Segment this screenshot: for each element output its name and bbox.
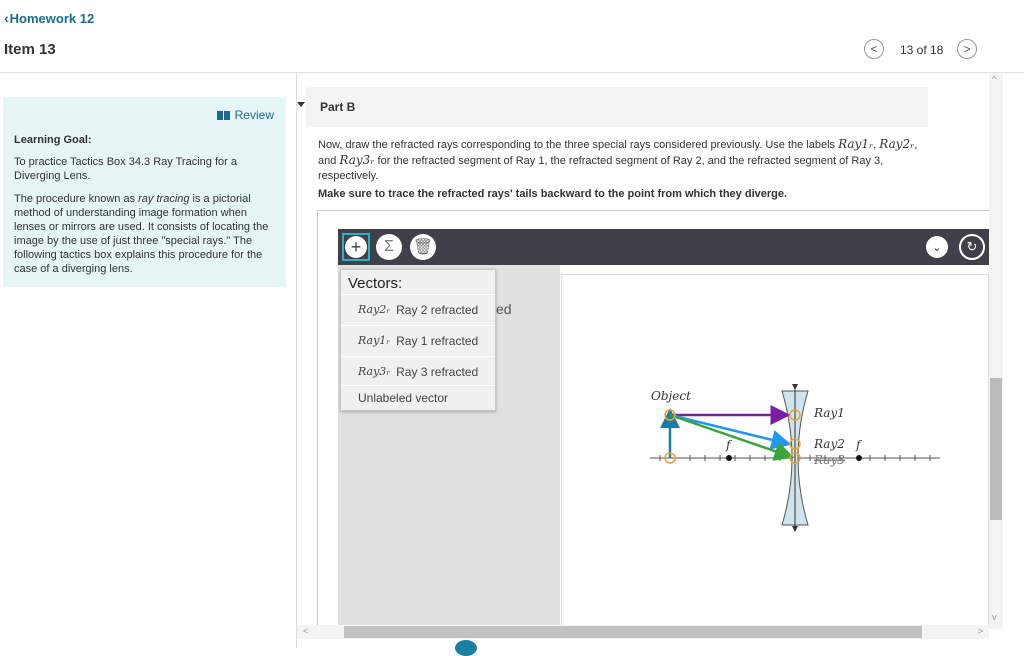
menu-item-ray3-refracted[interactable]: Ray3ᵣ Ray 3 refracted [341, 356, 495, 386]
previous-item-button[interactable]: < [864, 39, 884, 59]
ray3-incident[interactable] [669, 413, 795, 461]
focal-point-left [726, 455, 732, 461]
paragraph-suffix: is a pictorial method of understanding i… [14, 193, 269, 275]
part-header-bar[interactable] [306, 87, 928, 127]
review-label: Review [234, 108, 274, 122]
menu-item-math: Ray3ᵣ [358, 365, 391, 378]
chevron-down-icon: ⌄ [932, 241, 942, 254]
horizontal-scroll-thumb[interactable] [344, 626, 922, 638]
drawing-canvas[interactable]: Object Ray1 Ray2 Ray3 f f [561, 274, 989, 626]
math-ray2r: Ray2ᵣ [879, 137, 915, 151]
math-ray3r: Ray3ᵣ [339, 153, 375, 167]
book-icon [216, 110, 230, 120]
optics-diagram: Object Ray1 Ray2 Ray3 f f [650, 384, 940, 532]
trash-icon: 🗑 [412, 239, 434, 256]
focal-label-left: f [725, 438, 733, 452]
back-to-homework-link[interactable]: ‹Homework 12 [4, 10, 94, 26]
object-label: Object [651, 389, 691, 403]
chevron-left-icon: < [870, 42, 878, 56]
vector-sum-button[interactable]: Σ [376, 234, 402, 260]
menu-item-label: Ray 1 refracted [396, 333, 479, 348]
learning-goal-panel: Review Learning Goal: To practice Tactic… [3, 97, 286, 287]
ray-tracing-paragraph: The procedure known as ray tracing is a … [14, 192, 279, 276]
learning-goal-text: To practice Tactics Box 34.3 Ray Tracing… [14, 156, 237, 182]
menu-item-label: Ray 2 refracted [396, 302, 479, 317]
focal-label-right: f [855, 438, 863, 452]
reset-button[interactable]: ↻ [959, 234, 985, 260]
menu-item-label: Unlabeled vector [358, 390, 449, 405]
plus-icon: + [345, 236, 367, 258]
instruction-part-2: for the refracted segment of Ray 1, the … [318, 155, 884, 182]
item-position: 13 of 18 [900, 43, 944, 57]
instruction-part-1: Now, draw the refracted rays correspondi… [318, 139, 839, 151]
reset-icon: ↻ [966, 239, 978, 254]
add-vector-button[interactable]: + [342, 233, 370, 261]
column-divider [296, 73, 297, 648]
review-link[interactable]: Review [216, 108, 274, 122]
scroll-right-icon[interactable]: > [978, 626, 983, 636]
header-divider [0, 72, 1024, 73]
menu-item-unlabeled-vector[interactable]: Unlabeled vector [341, 385, 495, 409]
menu-item-math: Ray2ᵣ [358, 303, 391, 316]
paragraph-emphasis: ray tracing [138, 193, 190, 205]
paragraph-prefix: The procedure known as [14, 193, 139, 205]
collapse-triangle-icon[interactable] [297, 102, 305, 107]
vertical-scrollbar[interactable] [989, 73, 1003, 629]
ray1-label: Ray1 [813, 406, 845, 420]
menu-item-ray1-refracted[interactable]: Ray1ᵣ Ray 1 refracted [341, 325, 495, 355]
menu-item-math: Ray1ᵣ [358, 334, 391, 347]
next-item-button[interactable]: > [957, 39, 977, 59]
help-icon[interactable] [455, 640, 477, 656]
instruction-text: Now, draw the refracted rays correspondi… [318, 137, 918, 184]
back-link-label: Homework 12 [9, 11, 95, 26]
scroll-up-icon[interactable]: ^ [992, 74, 996, 84]
ray3-label: Ray3 [813, 453, 845, 467]
focal-point-right [856, 455, 862, 461]
menu-item-ray2-refracted[interactable]: Ray2ᵣ Ray 2 refracted [341, 294, 495, 324]
math-ray1r: Ray1ᵣ [838, 137, 874, 151]
item-title: Item 13 [4, 41, 56, 58]
part-label: Part B [320, 100, 356, 114]
expand-toolbar-button[interactable]: ⌄ [926, 236, 948, 258]
chevron-right-icon: > [963, 42, 971, 56]
delete-button[interactable]: 🗑 [410, 234, 436, 260]
scroll-left-icon[interactable]: < [303, 626, 308, 636]
menu-item-label: Ray 3 refracted [396, 364, 479, 379]
learning-goal-title: Learning Goal: [14, 134, 92, 146]
obscured-text: ed [496, 301, 512, 317]
ray2-label: Ray2 [813, 437, 845, 451]
trace-note: Make sure to trace the refracted rays' t… [318, 188, 788, 200]
chevron-left-icon: ‹ [4, 10, 9, 26]
vectors-menu-title: Vectors: [348, 275, 403, 292]
sigma-icon: Σ [384, 238, 394, 255]
vertical-scroll-thumb[interactable] [990, 378, 1002, 520]
scroll-down-icon[interactable]: v [992, 612, 997, 622]
